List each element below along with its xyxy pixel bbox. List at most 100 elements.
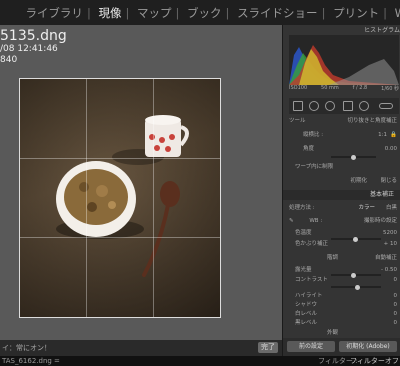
module-separator: | xyxy=(321,6,326,20)
meta-iso: ISO100 xyxy=(289,85,308,91)
temp-value[interactable]: 5200 xyxy=(383,228,397,238)
presence-label: 外観 xyxy=(327,330,339,336)
highlights-label: ハイライト xyxy=(295,293,323,299)
shadows-label: シャドウ xyxy=(295,302,318,308)
crop-title: 切り抜きと角度補正 xyxy=(347,118,397,124)
spot-removal-icon[interactable] xyxy=(309,101,319,111)
angle-row: 角度 0.00 xyxy=(289,144,399,154)
angle-slider[interactable] xyxy=(331,154,376,160)
tint-value[interactable]: + 10 xyxy=(384,239,397,249)
spoon-handle xyxy=(142,203,170,277)
blacks-label: 黒レベル xyxy=(295,320,318,326)
mug-pattern xyxy=(169,134,175,140)
tool-label: ツール xyxy=(289,118,306,124)
angle-value[interactable]: 0.00 xyxy=(385,144,397,154)
photo-crop-area[interactable] xyxy=(19,78,221,318)
histogram-meta: ISO100 50 mm f / 2.8 1/60 秒 xyxy=(289,85,399,95)
previous-settings-button[interactable]: 前の設定 xyxy=(287,341,335,352)
module-web[interactable]: W xyxy=(395,6,400,20)
crop-close-button[interactable]: 閉じる xyxy=(380,176,397,186)
crop-reset-button[interactable]: 初期化 xyxy=(350,176,367,186)
radial-filter-icon[interactable] xyxy=(359,101,369,111)
histogram-graph xyxy=(289,45,399,85)
module-develop[interactable]: 現像 xyxy=(98,6,121,20)
graduated-filter-icon[interactable] xyxy=(343,101,353,111)
aspect-row: 縦横比 : 1:1 🔒 xyxy=(289,130,399,140)
wb-label: WB : xyxy=(309,218,323,224)
angle-label: 角度 xyxy=(303,146,315,152)
spoon-bowl xyxy=(160,181,180,207)
module-separator: | xyxy=(225,6,230,20)
temp-row: 色温度 5200 xyxy=(289,228,399,238)
granola-bits xyxy=(108,201,116,209)
module-library[interactable]: ライブラリ xyxy=(25,6,83,20)
mug-handle xyxy=(179,125,189,147)
exposure-value[interactable]: - 0.50 xyxy=(381,265,397,275)
wb-dropdown[interactable]: 撮影時の設定 xyxy=(364,216,397,226)
contrast-value[interactable]: 0 xyxy=(394,275,398,285)
crop-grid-line xyxy=(20,237,220,238)
tone-row: 階調 自動補正 xyxy=(289,253,399,263)
crop-grid-line xyxy=(153,79,154,317)
filter-dropdown[interactable]: フィルターオフ xyxy=(350,356,399,366)
granola-bits xyxy=(79,182,89,192)
module-separator: | xyxy=(86,6,91,20)
module-book[interactable]: ブック xyxy=(187,6,222,20)
contrast-slider[interactable] xyxy=(331,284,381,290)
histogram-title[interactable]: ヒストグラム xyxy=(283,25,400,35)
crop-tool-icon[interactable] xyxy=(293,101,303,111)
blacks-value[interactable]: 0 xyxy=(394,318,398,328)
tone-auto-button[interactable]: 自動補正 xyxy=(375,253,397,263)
module-separator: | xyxy=(125,6,130,20)
aspect-dropdown[interactable]: 1:1 xyxy=(378,130,387,140)
tool-strip xyxy=(289,98,399,114)
whites-label: 白レベル xyxy=(295,311,318,317)
module-map[interactable]: マップ xyxy=(137,6,172,20)
adjustment-brush-icon[interactable] xyxy=(379,103,393,109)
module-print[interactable]: プリント xyxy=(333,6,379,20)
angle-slider-knob[interactable] xyxy=(351,154,356,160)
panel-buttons: 前の設定 初期化 (Adobe) xyxy=(283,338,400,356)
constrain-checkbox[interactable]: ワープ内に制限 xyxy=(289,164,333,170)
contrast-row: コントラスト 0 xyxy=(289,275,399,285)
treatment-color-option[interactable]: カラー xyxy=(358,203,375,213)
contrast-label: コントラスト xyxy=(295,277,328,283)
crop-actions-row: 初期化 閉じる xyxy=(289,176,399,186)
contrast-slider-knob[interactable] xyxy=(355,284,360,290)
basic-panel-header[interactable]: 基本補正 xyxy=(283,190,400,200)
blacks-row: 黒レベル 0 xyxy=(289,318,399,328)
presence-row: 外観 xyxy=(289,328,399,338)
constrain-row: ワープ内に制限 xyxy=(289,162,399,172)
granola-bits xyxy=(87,202,97,212)
eyedropper-icon[interactable]: ✎ xyxy=(289,218,294,224)
tone-label: 階調 xyxy=(327,255,339,261)
right-panel: ヒストグラム ISO100 50 mm f / 2.8 1/60 秒 ツール 切… xyxy=(283,25,400,356)
module-bar: ライブラリ| 現像| マップ| ブック| スライドショー| プリント| W xyxy=(0,0,400,25)
photo-info-overlay: 5135.dng /08 12:41:46 840 xyxy=(0,28,67,66)
red-eye-icon[interactable] xyxy=(325,101,335,111)
mug-rim xyxy=(145,115,181,125)
lock-icon[interactable]: 🔒 xyxy=(390,130,397,140)
tint-label: 色かぶり補正 xyxy=(295,241,329,247)
photo-filename: 5135.dng xyxy=(0,28,67,44)
toolbar-bottom: イ：常にオン！ 完了 xyxy=(0,340,282,356)
histogram-luminance xyxy=(329,59,399,85)
exposure-label: 露光量 xyxy=(295,267,312,273)
module-picker: ライブラリ| 現像| マップ| ブック| スライドショー| プリント| W xyxy=(21,5,400,21)
photo-dimensions: 840 xyxy=(0,55,18,65)
wb-row: ✎ WB : 撮影時の設定 xyxy=(289,216,399,226)
mug-pattern xyxy=(159,137,165,143)
treatment-bw-option[interactable]: 白黒 xyxy=(386,203,397,213)
treatment-row: 処理方法 : カラー 白黒 xyxy=(289,203,399,213)
photo-illustration xyxy=(56,115,189,277)
filmstrip-path: TAS_6162.dng = xyxy=(2,357,60,365)
crop-grid-line xyxy=(86,79,87,317)
tint-row: 色かぶり補正 + 10 xyxy=(289,239,399,249)
done-button[interactable]: 完了 xyxy=(258,342,278,353)
mug-pattern xyxy=(154,145,160,151)
crop-grid-line xyxy=(20,158,220,159)
meta-focal: 50 mm xyxy=(321,85,339,91)
module-slideshow[interactable]: スライドショー xyxy=(237,6,318,20)
reset-adobe-button[interactable]: 初期化 (Adobe) xyxy=(339,341,397,352)
filmstrip-bar: TAS_6162.dng = フィルター : フィルターオフ xyxy=(0,356,400,366)
